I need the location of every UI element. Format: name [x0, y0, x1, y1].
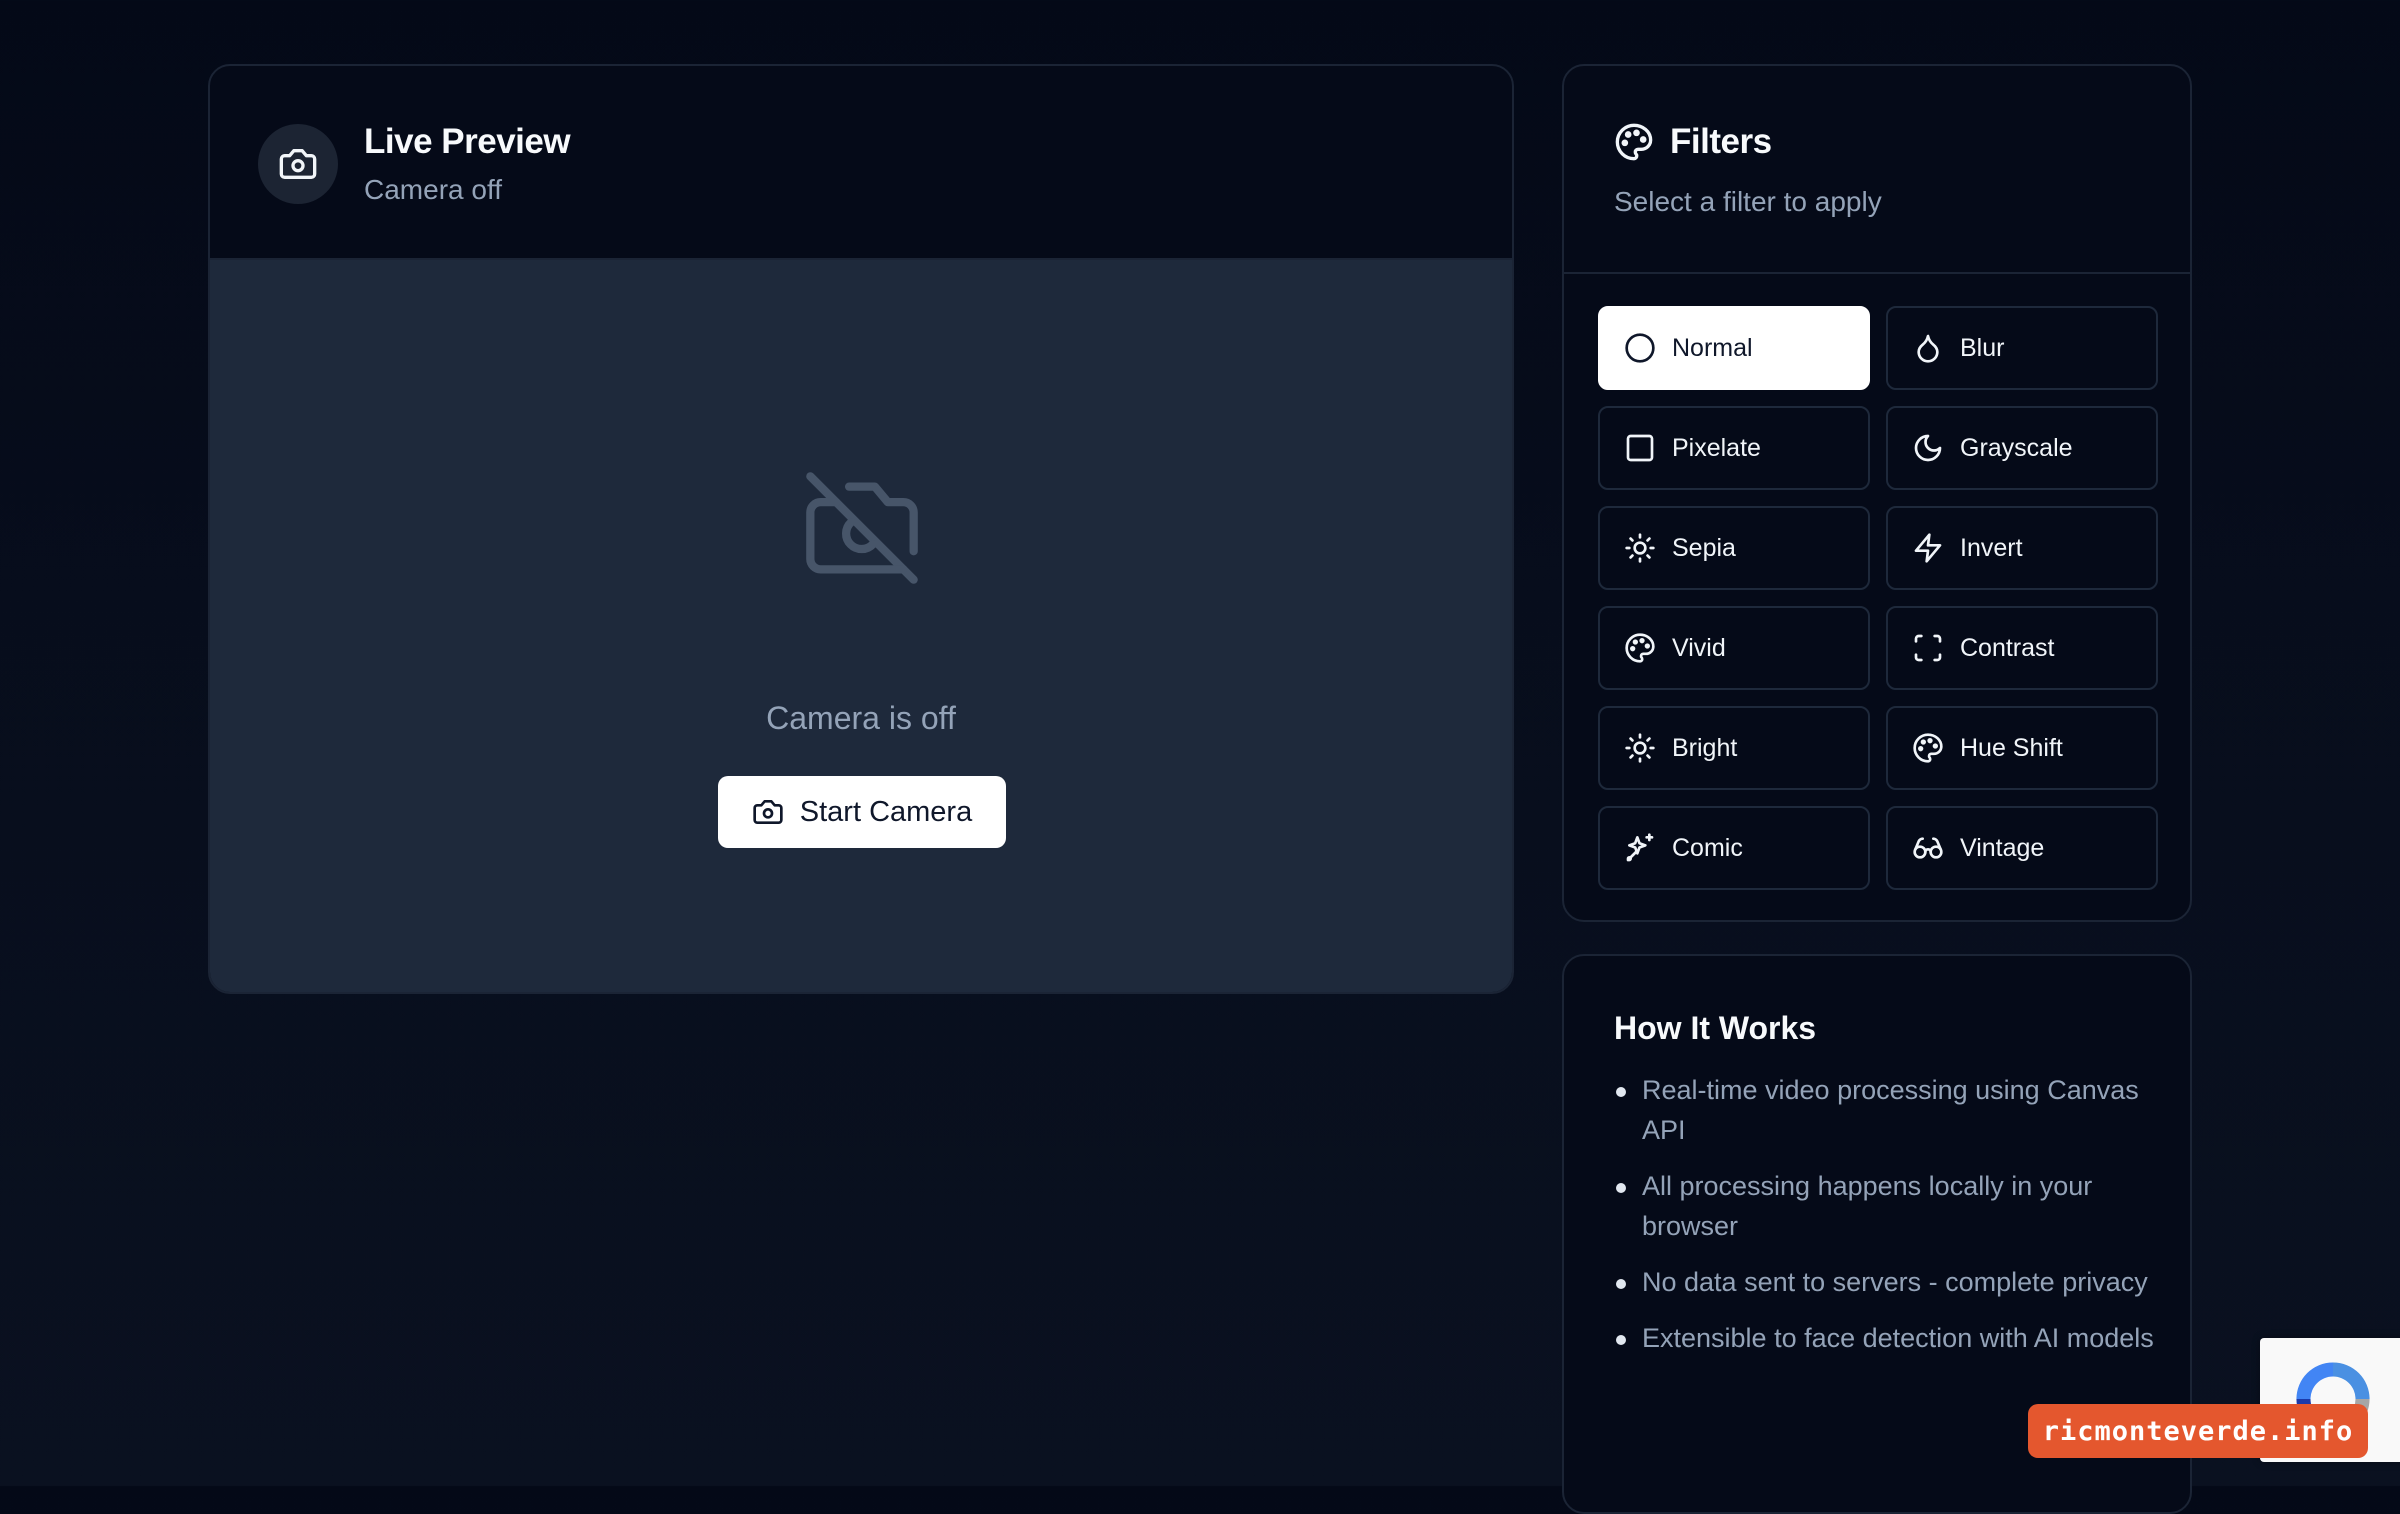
filter-invert-button[interactable]: Invert: [1886, 506, 2158, 590]
camera-off-icon: [800, 466, 924, 590]
list-item: Extensible to face detection with AI mod…: [1614, 1318, 2154, 1358]
filters-title: Filters: [1670, 122, 1772, 161]
square-icon: [1624, 432, 1656, 464]
palette-icon: [1614, 122, 1654, 162]
watermark-badge: ricmonteverde.info: [2028, 1404, 2368, 1458]
droplet-icon: [1912, 332, 1944, 364]
camera-icon: [258, 124, 338, 204]
camera-icon: [752, 796, 784, 828]
filters-subtitle: Select a filter to apply: [1614, 186, 1882, 217]
filter-comic-button[interactable]: Comic: [1598, 806, 1870, 890]
filter-normal-button[interactable]: Normal: [1598, 306, 1870, 390]
filter-label: Normal: [1672, 333, 1753, 362]
filter-grid: Normal Blur Pixelate Grayscale Sepia Inv…: [1598, 306, 2158, 890]
sun-icon: [1624, 732, 1656, 764]
filter-label: Bright: [1672, 733, 1738, 762]
filter-grayscale-button[interactable]: Grayscale: [1886, 406, 2158, 490]
filter-label: Invert: [1960, 533, 2023, 562]
live-preview-card: Live Preview Camera off Camera is off St…: [208, 64, 1514, 994]
video-stage: Camera is off Start Camera: [210, 260, 1512, 992]
filter-pixelate-button[interactable]: Pixelate: [1598, 406, 1870, 490]
scan-icon: [1912, 632, 1944, 664]
how-it-works-list: Real-time video processing using Canvas …: [1614, 1070, 2154, 1374]
list-item: No data sent to servers - complete priva…: [1614, 1262, 2154, 1302]
filter-label: Blur: [1960, 333, 2005, 362]
start-camera-button[interactable]: Start Camera: [718, 776, 1006, 848]
camera-status: Camera off: [364, 174, 502, 205]
filter-label: Hue Shift: [1960, 733, 2063, 762]
filter-bright-button[interactable]: Bright: [1598, 706, 1870, 790]
start-camera-label: Start Camera: [799, 795, 973, 828]
filter-label: Vivid: [1672, 633, 1726, 662]
filters-card: Filters Select a filter to apply Normal …: [1562, 64, 2192, 922]
live-preview-title: Live Preview: [364, 122, 571, 161]
filter-vivid-button[interactable]: Vivid: [1598, 606, 1870, 690]
camera-off-message: Camera is off: [766, 700, 956, 736]
filter-blur-button[interactable]: Blur: [1886, 306, 2158, 390]
filter-label: Sepia: [1672, 533, 1736, 562]
how-it-works-title: How It Works: [1614, 1010, 1817, 1046]
filter-contrast-button[interactable]: Contrast: [1886, 606, 2158, 690]
filter-label: Grayscale: [1960, 433, 2073, 462]
zap-icon: [1912, 532, 1944, 564]
filter-label: Vintage: [1960, 833, 2045, 862]
filter-sepia-button[interactable]: Sepia: [1598, 506, 1870, 590]
list-item: All processing happens locally in your b…: [1614, 1166, 2154, 1246]
filter-label: Contrast: [1960, 633, 2055, 662]
filter-label: Comic: [1672, 833, 1743, 862]
circle-icon: [1624, 332, 1656, 364]
filter-vintage-button[interactable]: Vintage: [1886, 806, 2158, 890]
live-preview-header: Live Preview Camera off: [210, 66, 1512, 260]
moon-icon: [1912, 432, 1944, 464]
filter-label: Pixelate: [1672, 433, 1761, 462]
sparkles-icon: [1624, 832, 1656, 864]
palette-icon: [1912, 732, 1944, 764]
list-item: Real-time video processing using Canvas …: [1614, 1070, 2154, 1150]
filters-header: Filters Select a filter to apply: [1564, 66, 2190, 274]
glasses-icon: [1912, 832, 1944, 864]
filter-hue-shift-button[interactable]: Hue Shift: [1886, 706, 2158, 790]
palette-icon: [1624, 632, 1656, 664]
sun-icon: [1624, 532, 1656, 564]
